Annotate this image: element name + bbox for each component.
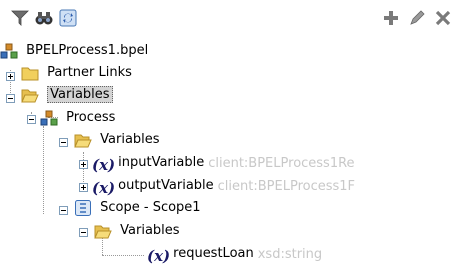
tree-node-output-variable[interactable]: (x) outputVariable client:BPELProcess1F bbox=[92, 175, 355, 197]
collapse-toggle[interactable] bbox=[27, 115, 36, 124]
folder-open-icon bbox=[21, 86, 39, 104]
tree-node-scope-variables[interactable]: Variables bbox=[94, 220, 180, 242]
expand-toggle[interactable] bbox=[79, 160, 88, 169]
tree-node-label: inputVariable bbox=[118, 155, 205, 170]
variable-icon: (x) bbox=[92, 179, 116, 197]
add-icon[interactable] bbox=[381, 8, 401, 28]
tree-node-process-variables[interactable]: Variables bbox=[74, 129, 160, 151]
variable-icon: (x) bbox=[147, 247, 171, 265]
variable-icon: (x) bbox=[92, 156, 116, 174]
refresh-icon[interactable] bbox=[58, 8, 78, 28]
scope-icon bbox=[74, 199, 92, 217]
filter-icon[interactable] bbox=[10, 8, 30, 28]
expand-toggle[interactable] bbox=[79, 183, 88, 192]
tree-node-label: Variables bbox=[47, 86, 113, 103]
collapse-toggle[interactable] bbox=[6, 94, 15, 103]
tree-node-label: outputVariable bbox=[118, 178, 214, 193]
tree-node-variables[interactable]: Variables bbox=[21, 84, 113, 106]
edit-icon[interactable] bbox=[407, 8, 427, 28]
tree-node-label: Process bbox=[66, 110, 116, 125]
folder-open-icon bbox=[74, 131, 92, 149]
toolbar bbox=[0, 0, 455, 40]
tree-node-label: Variables bbox=[100, 132, 160, 147]
tree-node-scope[interactable]: Scope - Scope1 bbox=[74, 197, 201, 219]
tree-node-label: Partner Links bbox=[47, 65, 132, 80]
find-icon[interactable] bbox=[34, 8, 54, 28]
process-icon bbox=[40, 109, 58, 127]
tree-node-label: requestLoan bbox=[173, 246, 254, 261]
tree-node-label: Scope - Scope1 bbox=[100, 200, 201, 215]
collapse-toggle[interactable] bbox=[59, 138, 68, 147]
tree-node-process[interactable]: Process bbox=[40, 107, 115, 129]
variable-type: client:BPELProcess1F bbox=[217, 178, 356, 194]
tree-node-input-variable[interactable]: (x) inputVariable client:BPELProcess1Re bbox=[92, 152, 355, 174]
folder-icon bbox=[21, 64, 39, 82]
variables-tree: BPELProcess1.bpel Partner Links Variable… bbox=[0, 40, 455, 265]
tree-connector bbox=[43, 126, 44, 214]
tree-node-partner-links[interactable]: Partner Links bbox=[21, 62, 132, 84]
process-icon bbox=[0, 42, 18, 60]
tree-node-request-loan[interactable]: (x) requestLoan xsd:string bbox=[147, 243, 322, 265]
expand-toggle[interactable] bbox=[6, 72, 15, 81]
tree-node-root[interactable]: BPELProcess1.bpel bbox=[0, 40, 148, 62]
collapse-toggle[interactable] bbox=[59, 206, 68, 215]
variable-type: client:BPELProcess1Re bbox=[208, 155, 355, 171]
variable-type: xsd:string bbox=[257, 246, 323, 262]
folder-open-icon bbox=[94, 222, 112, 240]
delete-icon[interactable] bbox=[433, 8, 453, 28]
tree-node-label: Variables bbox=[120, 223, 180, 238]
tree-connector bbox=[102, 255, 144, 256]
tree-node-label: BPELProcess1.bpel bbox=[26, 43, 149, 58]
collapse-toggle[interactable] bbox=[79, 228, 88, 237]
